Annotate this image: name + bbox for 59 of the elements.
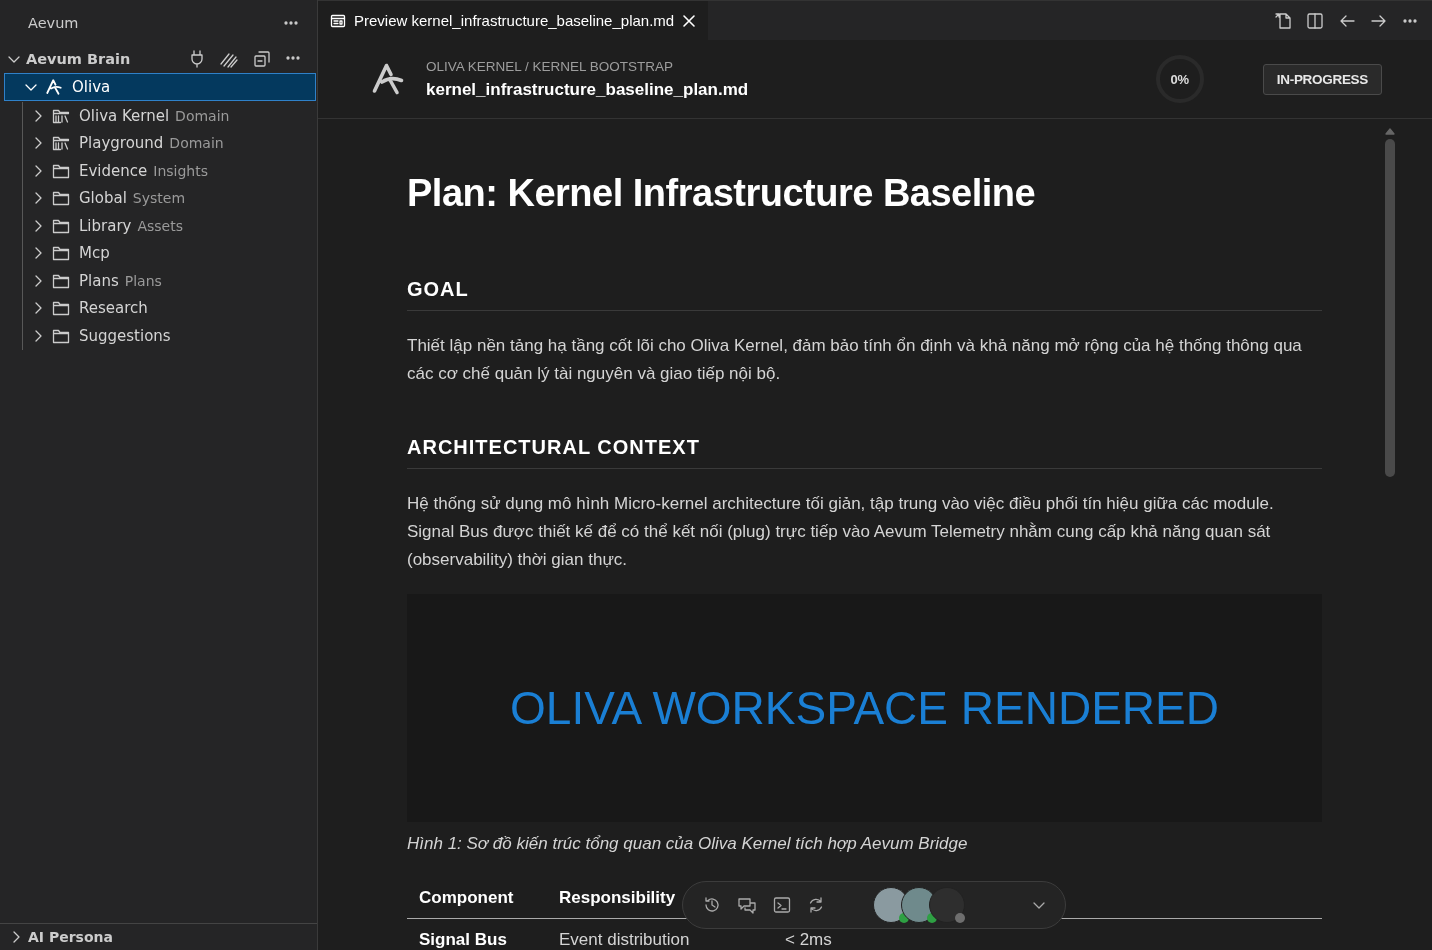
collapse-all-icon[interactable] — [253, 50, 271, 68]
figure-caption: Hình 1: Sơ đồ kiến trúc tổng quan của Oliva Kernel tích hợp Aevum Bridge — [407, 833, 969, 855]
item-description: Domain — [169, 135, 224, 152]
tree-item[interactable]: Evidence Insights — [0, 157, 317, 185]
avatar[interactable] — [929, 887, 965, 923]
folder-icon — [52, 272, 70, 289]
folder-icon — [52, 162, 70, 179]
tree-item[interactable]: Oliva Kernel Domain — [0, 102, 317, 130]
sidebar-title: Aevum — [28, 14, 79, 31]
section-title[interactable]: AI Persona — [28, 929, 113, 945]
tree-item[interactable]: Playground Domain — [0, 129, 317, 157]
folder-icon — [52, 327, 70, 344]
tree-item[interactable]: Library Assets — [0, 212, 317, 240]
tree-item[interactable]: Global System — [0, 184, 317, 212]
folder-icon — [52, 217, 70, 234]
section-heading: GOAL — [407, 277, 470, 302]
item-description: Insights — [153, 162, 208, 179]
table-cell: Signal Bus — [407, 918, 547, 948]
folder-icon — [52, 190, 70, 207]
item-description: Assets — [137, 217, 183, 234]
breadcrumb: OLIVA KERNEL / KERNEL BOOTSTRAP — [426, 58, 675, 74]
library-folder-icon — [52, 107, 70, 124]
paragraph: Thiết lập nền tảng hạ tầng cốt lõi cho Oliva Kernel, đảm bảo tính ổn định và khả năng mở rộng của hệ thống thông qua các cơ chế quản lý tài nguyên và giao tiếp nội bộ. — [407, 335, 1303, 385]
folder-icon — [52, 300, 70, 317]
editor-tab[interactable]: Preview kernel_infrastructure_baseline_plan.md — [318, 1, 709, 40]
close-icon[interactable] — [682, 13, 697, 28]
logo-icon — [45, 78, 63, 96]
tree-item[interactable]: Research — [0, 294, 317, 322]
tree-item[interactable]: Suggestions — [0, 322, 317, 350]
figure-text: OLIVA WORKSPACE RENDERED — [510, 681, 1219, 735]
item-description: Domain — [175, 107, 230, 124]
refresh-icon[interactable] — [807, 896, 825, 914]
section-title[interactable]: Aevum Brain — [26, 51, 189, 67]
preview-icon — [330, 12, 346, 29]
tree-item[interactable]: Oliva — [4, 73, 316, 101]
table-header: Component — [407, 878, 547, 919]
tree-item[interactable]: Mcp — [0, 239, 317, 267]
chat-icon[interactable] — [737, 896, 757, 914]
table-cell: < 2ms — [773, 918, 1322, 948]
terminal-icon[interactable] — [773, 896, 791, 914]
file-name: kernel_infrastructure_baseline_plan.md — [426, 79, 750, 100]
plug-icon[interactable] — [189, 50, 205, 68]
tree-item[interactable]: Plans Plans — [0, 267, 317, 295]
paragraph: Hệ thống sử dụng mô hình Micro-kernel architecture tối giản, tập trung vào việc điều phối tín hiệu giữa các module. Signal Bus được thiết kế để có thể kết nối (plug) trực tiếp vào Aevum Telemetry nhằm cung cấp khả năng quan sát (observability) thời gian thực. — [407, 493, 1275, 571]
item-description: Plans — [124, 272, 162, 289]
scrollbar-thumb[interactable] — [1385, 139, 1395, 477]
split-editor-icon[interactable] — [1306, 11, 1324, 30]
open-file-icon[interactable] — [1274, 11, 1292, 30]
library-folder-icon — [52, 135, 70, 152]
item-description: System — [132, 190, 186, 207]
table-cell: Event distribution — [547, 918, 773, 948]
document-title: Plan: Kernel Infrastructure Baseline — [407, 171, 1037, 215]
section-heading: ARCHITECTURAL CONTEXT — [407, 435, 701, 460]
logo-icon — [370, 61, 406, 97]
history-icon[interactable] — [703, 896, 721, 914]
avatar[interactable] — [873, 887, 909, 923]
folder-icon — [52, 245, 70, 262]
status-badge: IN-PROGRESS — [1262, 63, 1382, 95]
scroll-up-icon[interactable] — [1385, 127, 1395, 135]
